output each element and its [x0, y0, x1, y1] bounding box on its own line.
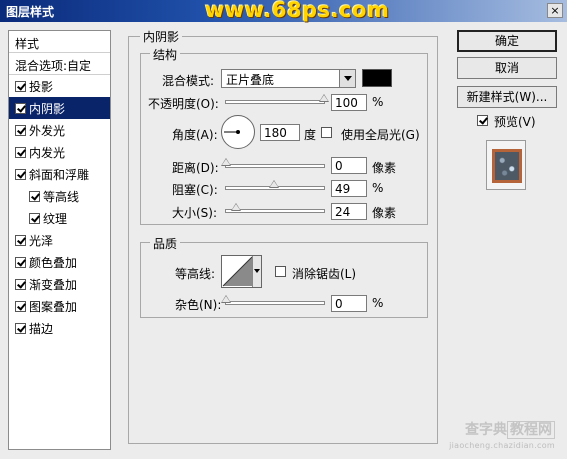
shadow-color-swatch[interactable] [362, 69, 392, 87]
antialias-checkbox[interactable] [275, 266, 286, 277]
opacity-slider[interactable] [225, 94, 329, 104]
opacity-unit: % [372, 95, 384, 109]
style-item-checkbox[interactable] [15, 103, 26, 114]
inner-shadow-title: 内阴影 [140, 28, 183, 45]
chevron-down-icon [339, 70, 355, 87]
noise-label: 杂色(N): [175, 298, 222, 312]
distance-input[interactable]: 0 [331, 157, 367, 174]
style-item-label: 光泽 [29, 234, 54, 248]
style-item[interactable]: 等高线 [9, 185, 110, 207]
opacity-slider-thumb[interactable] [319, 94, 329, 102]
style-item-label: 斜面和浮雕 [29, 168, 90, 182]
style-item[interactable]: 渐变叠加 [9, 273, 110, 295]
style-item-label: 等高线 [43, 190, 80, 204]
style-item-label: 内发光 [29, 146, 66, 160]
style-item[interactable]: 描边 [9, 317, 110, 339]
contour-picker[interactable] [221, 255, 262, 288]
style-item-label: 图案叠加 [29, 300, 78, 314]
quality-title: 品质 [150, 235, 181, 252]
style-item[interactable]: 内发光 [9, 141, 110, 163]
chevron-down-icon[interactable] [252, 256, 261, 287]
style-item[interactable]: 斜面和浮雕 [9, 163, 110, 185]
noise-slider-thumb[interactable] [221, 295, 231, 303]
style-preview [486, 140, 526, 190]
style-item[interactable]: 图案叠加 [9, 295, 110, 317]
window-title: 图层样式 [6, 5, 55, 19]
contour-curve-icon [222, 256, 253, 287]
style-item-checkbox[interactable] [15, 257, 26, 268]
antialias-label[interactable]: 消除锯齿(L) [292, 265, 356, 282]
choke-unit: % [372, 181, 384, 195]
blend-mode-label: 混合模式: [162, 74, 215, 88]
opacity-input[interactable]: 100 [331, 94, 367, 111]
preview-image [492, 149, 522, 183]
style-item-checkbox[interactable] [15, 323, 26, 334]
style-item-checkbox[interactable] [15, 279, 26, 290]
watermark-line2: 教程网 [507, 421, 555, 439]
distance-slider[interactable] [221, 158, 325, 168]
style-item-checkbox[interactable] [29, 191, 40, 202]
contour-label: 等高线: [175, 267, 216, 281]
choke-label: 阻塞(C): [172, 183, 218, 197]
style-item[interactable]: 投影 [9, 75, 110, 97]
size-slider-thumb[interactable] [230, 203, 241, 211]
structure-title: 结构 [150, 46, 181, 63]
new-style-button[interactable]: 新建样式(W)... [457, 86, 557, 108]
global-light-label[interactable]: 使用全局光(G) [341, 126, 420, 143]
style-item[interactable]: 纹理 [9, 207, 110, 229]
angle-label: 角度(A): [172, 128, 218, 142]
blend-mode-select[interactable]: 正片叠底 [221, 69, 356, 88]
style-item-label: 外发光 [29, 124, 66, 138]
noise-slider[interactable] [221, 295, 325, 305]
style-item-label: 内阴影 [29, 102, 66, 116]
style-item-label: 颜色叠加 [29, 256, 78, 270]
noise-input[interactable]: 0 [331, 295, 367, 312]
noise-unit: % [372, 296, 384, 310]
style-item-checkbox[interactable] [15, 81, 26, 92]
preview-label[interactable]: 预览(V) [494, 113, 536, 130]
style-item-label: 渐变叠加 [29, 278, 78, 292]
angle-unit: 度 [304, 128, 317, 142]
blend-mode-value: 正片叠底 [226, 73, 275, 87]
bottom-watermark: 查字典 教程网 jiaocheng.chazidian.com [449, 421, 555, 453]
style-item-label: 投影 [29, 80, 54, 94]
style-item-checkbox[interactable] [15, 301, 26, 312]
size-input[interactable]: 24 [331, 203, 367, 220]
size-label: 大小(S): [172, 206, 218, 220]
watermark-line1: 查字典 [465, 422, 507, 438]
choke-slider-thumb[interactable] [269, 180, 280, 188]
angle-dial[interactable] [221, 115, 255, 149]
style-item-checkbox[interactable] [15, 235, 26, 246]
opacity-label: 不透明度(O): [148, 97, 219, 111]
choke-input[interactable]: 49 [331, 180, 367, 197]
choke-slider[interactable] [225, 180, 325, 190]
distance-slider-thumb[interactable] [221, 158, 231, 166]
preview-checkbox[interactable] [477, 115, 488, 126]
global-light-checkbox[interactable] [321, 127, 332, 138]
style-item-checkbox[interactable] [15, 169, 26, 180]
size-unit: 像素 [372, 206, 397, 220]
style-item-checkbox[interactable] [29, 213, 40, 224]
window-title-bar: 图层样式 www.68ps.com × [0, 0, 567, 22]
distance-label: 距离(D): [172, 161, 219, 175]
style-item[interactable]: 颜色叠加 [9, 251, 110, 273]
style-item[interactable]: 内阴影 [9, 97, 110, 119]
style-item-checkbox[interactable] [15, 125, 26, 136]
watermark-url: jiaocheng.chazidian.com [449, 441, 555, 450]
style-item-label: 纹理 [43, 212, 68, 226]
cancel-button[interactable]: 取消 [457, 57, 557, 79]
styles-header[interactable]: 样式 [9, 31, 110, 53]
angle-input[interactable]: 180 [260, 124, 300, 141]
styles-list: 样式 混合选项:自定 投影内阴影外发光内发光斜面和浮雕等高线纹理光泽颜色叠加渐变… [8, 30, 111, 450]
site-watermark: www.68ps.com [205, 0, 390, 22]
distance-unit: 像素 [372, 161, 397, 175]
style-item-label: 描边 [29, 322, 54, 336]
size-slider[interactable] [225, 203, 325, 213]
ok-button[interactable]: 确定 [457, 30, 557, 52]
style-item[interactable]: 光泽 [9, 229, 110, 251]
style-item[interactable]: 外发光 [9, 119, 110, 141]
style-item-checkbox[interactable] [15, 147, 26, 158]
blend-options-item[interactable]: 混合选项:自定 [9, 53, 110, 75]
close-icon[interactable]: × [547, 3, 563, 18]
